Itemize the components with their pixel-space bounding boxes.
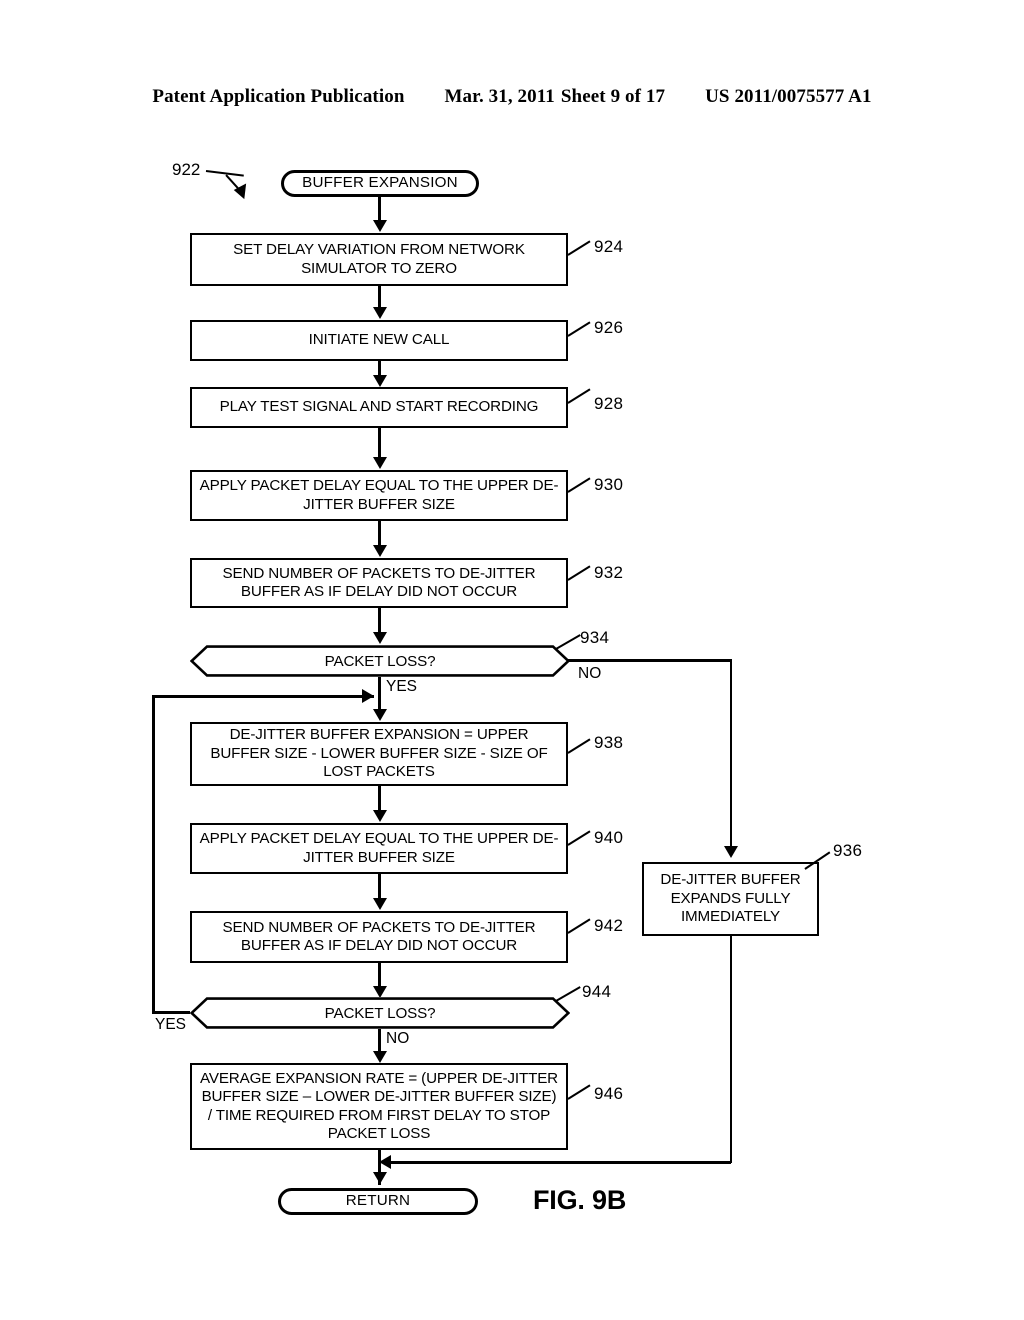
leader-924 [567, 240, 591, 257]
leader-930 [567, 477, 591, 494]
leader-942 [567, 918, 591, 935]
edge-940-to-942 [378, 874, 381, 900]
decision-944: PACKET LOSS? [190, 997, 570, 1029]
edge-936-to-return-horizontal [390, 1161, 731, 1164]
leader-938 [567, 738, 591, 755]
arrowhead-932-to-934 [372, 632, 387, 644]
arrowhead-start-to-924 [372, 220, 387, 232]
leader-940 [567, 830, 591, 847]
arrowhead-936-to-return [379, 1155, 391, 1169]
process-924: SET DELAY VARIATION FROM NETWORK SIMULAT… [190, 233, 568, 286]
arrowhead-926-to-928 [372, 375, 387, 387]
ref-922: 922 [172, 160, 201, 179]
process-926-label: INITIATE NEW CALL [308, 331, 450, 349]
ref-944: 944 [582, 982, 612, 1001]
edge-928-to-930 [378, 428, 381, 458]
arrowhead-to-938 [372, 709, 387, 721]
edge-944-yes-return-horizontal [152, 695, 374, 698]
ref-926: 926 [594, 318, 624, 337]
arrowhead-928-to-930 [372, 457, 387, 469]
ref-934: 934 [580, 628, 610, 647]
leader-926 [567, 321, 591, 338]
process-926: INITIATE NEW CALL [190, 320, 568, 361]
edge-944-no [378, 1029, 381, 1053]
ref-936: 936 [833, 841, 863, 860]
publication-title: Patent Application Publication [152, 86, 405, 107]
publication-header: Patent Application Publication Mar. 31, … [0, 86, 1024, 112]
process-938-label: DE-JITTER BUFFER EXPANSION = UPPER BUFFE… [210, 726, 548, 781]
ref-932: 932 [594, 563, 624, 582]
process-938: DE-JITTER BUFFER EXPANSION = UPPER BUFFE… [190, 722, 568, 786]
process-940-label: APPLY PACKET DELAY EQUAL TO THE UPPER DE… [199, 830, 559, 866]
decision-944-label: PACKET LOSS? [324, 1004, 436, 1022]
edge-924-to-926 [378, 286, 381, 308]
arrowhead-944-yes-return [362, 689, 374, 703]
branch-label-944-no: NO [386, 1030, 410, 1047]
arrowhead-944-no-to-946 [372, 1051, 387, 1063]
ref-928: 928 [594, 394, 624, 413]
process-930-label: APPLY PACKET DELAY EQUAL TO THE UPPER DE… [199, 477, 559, 513]
ref-946: 946 [594, 1084, 624, 1103]
process-936-label: DE-JITTER BUFFER EXPANDS FULLY IMMEDIATE… [660, 871, 801, 926]
edge-start-to-924 [378, 197, 381, 221]
branch-label-934-yes: YES [386, 678, 418, 695]
arrowhead-946-to-return [372, 1172, 387, 1184]
edge-934-no-horizontal [568, 659, 732, 662]
leader-946 [567, 1084, 591, 1101]
process-946-label: AVERAGE EXPANSION RATE = (UPPER DE-JITTE… [200, 1069, 558, 1143]
decision-934: PACKET LOSS? [190, 645, 570, 677]
process-924-label: SET DELAY VARIATION FROM NETWORK SIMULAT… [233, 241, 525, 277]
process-936: DE-JITTER BUFFER EXPANDS FULLY IMMEDIATE… [642, 862, 819, 936]
figure-label: FIG. 9B [533, 1185, 627, 1215]
ref-924: 924 [594, 237, 624, 256]
edge-936-down [729, 936, 732, 1163]
leader-932 [567, 565, 591, 582]
ref-938: 938 [594, 733, 624, 752]
arrowhead-940-to-942 [372, 898, 387, 910]
ref-942: 942 [594, 916, 624, 935]
edge-944-yes-vertical [152, 695, 155, 1013]
edge-934-yes [378, 677, 381, 709]
process-942-label: SEND NUMBER OF PACKETS TO DE-JITTER BUFF… [222, 918, 536, 955]
process-928: PLAY TEST SIGNAL AND START RECORDING [190, 387, 568, 428]
edge-932-to-934 [378, 608, 381, 634]
leader-928 [567, 388, 591, 405]
process-946: AVERAGE EXPANSION RATE = (UPPER DE-JITTE… [190, 1063, 568, 1150]
end-terminal: RETURN [278, 1188, 478, 1215]
branch-label-944-yes: YES [155, 1016, 187, 1033]
process-928-label: PLAY TEST SIGNAL AND START RECORDING [219, 398, 539, 416]
edge-934-no-vertical [729, 659, 732, 847]
process-932: SEND NUMBER OF PACKETS TO DE-JITTER BUFF… [190, 558, 568, 608]
edge-938-to-940 [378, 786, 381, 812]
start-terminal-label: BUFFER EXPANSION [302, 174, 458, 192]
process-932-label: SEND NUMBER OF PACKETS TO DE-JITTER BUFF… [222, 564, 536, 601]
end-terminal-label: RETURN [345, 1192, 411, 1210]
patent-figure-page: Patent Application Publication Mar. 31, … [0, 0, 1024, 1320]
decision-934-label: PACKET LOSS? [324, 652, 436, 670]
process-930: APPLY PACKET DELAY EQUAL TO THE UPPER DE… [190, 470, 568, 521]
arrowhead-934-no-to-936 [724, 846, 738, 858]
publication-date: Mar. 31, 2011 [444, 86, 555, 107]
sheet-number: Sheet 9 of 17 [560, 86, 666, 107]
process-942: SEND NUMBER OF PACKETS TO DE-JITTER BUFF… [190, 911, 568, 963]
ref-940: 940 [594, 828, 624, 847]
arrowhead-930-to-932 [372, 545, 387, 557]
ref-930: 930 [594, 475, 624, 494]
arrowhead-938-to-940 [372, 810, 387, 822]
arrowhead-924-to-926 [372, 307, 387, 319]
edge-930-to-932 [378, 521, 381, 547]
patent-number: US 2011/0075577 A1 [705, 86, 872, 107]
branch-label-934-no: NO [578, 665, 602, 682]
start-terminal: BUFFER EXPANSION [281, 170, 479, 197]
process-940: APPLY PACKET DELAY EQUAL TO THE UPPER DE… [190, 823, 568, 874]
